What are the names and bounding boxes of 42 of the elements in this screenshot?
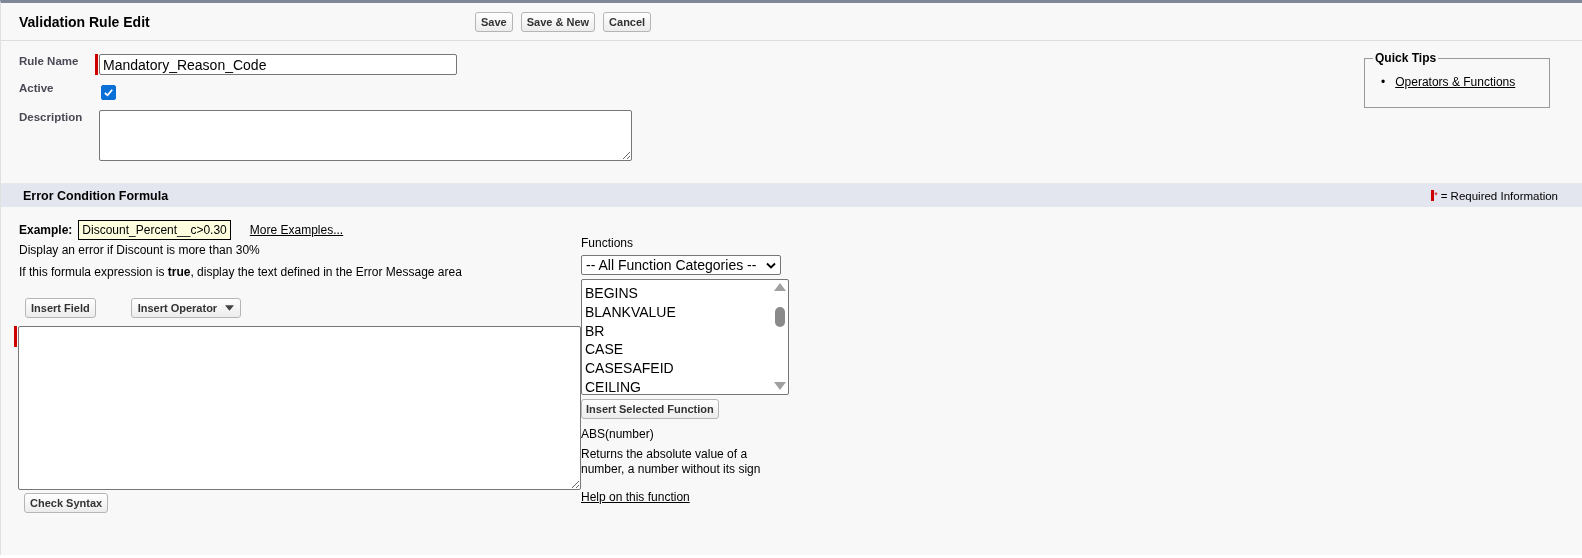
check-syntax-button[interactable]: Check Syntax bbox=[24, 493, 109, 513]
help-link[interactable]: Help on this function bbox=[581, 490, 690, 504]
header-button[interactable]: Save bbox=[475, 11, 513, 32]
instruction-text: If this formula expression is true, display the text defined in the Error Message area bbox=[19, 265, 463, 279]
chevron-icon bbox=[766, 261, 776, 269]
required-legend: = Required Information bbox=[1440, 189, 1558, 202]
description-field[interactable] bbox=[99, 110, 632, 161]
category-dropdown[interactable]: -- All Function Categories -- bbox=[581, 255, 781, 275]
example-label: Example: bbox=[19, 223, 73, 237]
field-label: Rule Name bbox=[19, 54, 80, 69]
function-item[interactable]: CEILING bbox=[585, 378, 676, 394]
functions-label: Functions bbox=[581, 236, 635, 250]
asterisk-mark: * bbox=[1434, 189, 1438, 200]
field-label: Active bbox=[19, 81, 55, 96]
checkmark-icon bbox=[103, 87, 114, 98]
function-item[interactable]: CASE bbox=[585, 340, 676, 360]
function-description: Returns the absolute value of a number, a number without its sign bbox=[581, 447, 762, 477]
insert-function-button[interactable]: Insert Selected Function bbox=[581, 399, 719, 419]
rule-name-field[interactable]: Mandatory_Reason_Code bbox=[99, 54, 457, 75]
example-code: Discount_Percent__c>0.30 bbox=[78, 220, 231, 240]
function-signature: ABS(number) bbox=[581, 427, 655, 441]
functions-listbox[interactable]: BEGINS BLANKVALUE BR CASE CASESAFEID CEILING bbox=[581, 279, 789, 395]
required-marker bbox=[1431, 190, 1435, 201]
example-note: Display an error if Discount is more than 30% bbox=[19, 243, 261, 257]
caret-icon bbox=[225, 305, 235, 311]
page-title: Validation Rule Edit bbox=[19, 13, 151, 30]
insert-operator-button[interactable]: Insert Operator bbox=[130, 298, 242, 318]
function-item[interactable]: BEGINS bbox=[585, 284, 676, 303]
function-item[interactable]: CASESAFEID bbox=[585, 359, 676, 378]
insert-field-button[interactable]: Insert Field bbox=[25, 298, 96, 318]
section-title: Error Condition Formula bbox=[23, 188, 169, 203]
operators-link[interactable]: Operators & Functions bbox=[1395, 75, 1516, 89]
active-checkbox[interactable] bbox=[101, 85, 116, 100]
header-button[interactable]: Save & New bbox=[520, 11, 596, 32]
function-item[interactable]: BLANKVALUE bbox=[585, 302, 676, 322]
function-item[interactable]: BR bbox=[585, 321, 676, 341]
formula-field[interactable] bbox=[18, 326, 581, 490]
quick-tips-title: Quick Tips bbox=[1374, 51, 1438, 65]
bullet-mark: • bbox=[1381, 75, 1386, 89]
field-label: Description bbox=[19, 110, 84, 125]
more-examples-link[interactable]: More Examples... bbox=[249, 223, 344, 237]
header-button[interactable]: Cancel bbox=[603, 11, 652, 32]
